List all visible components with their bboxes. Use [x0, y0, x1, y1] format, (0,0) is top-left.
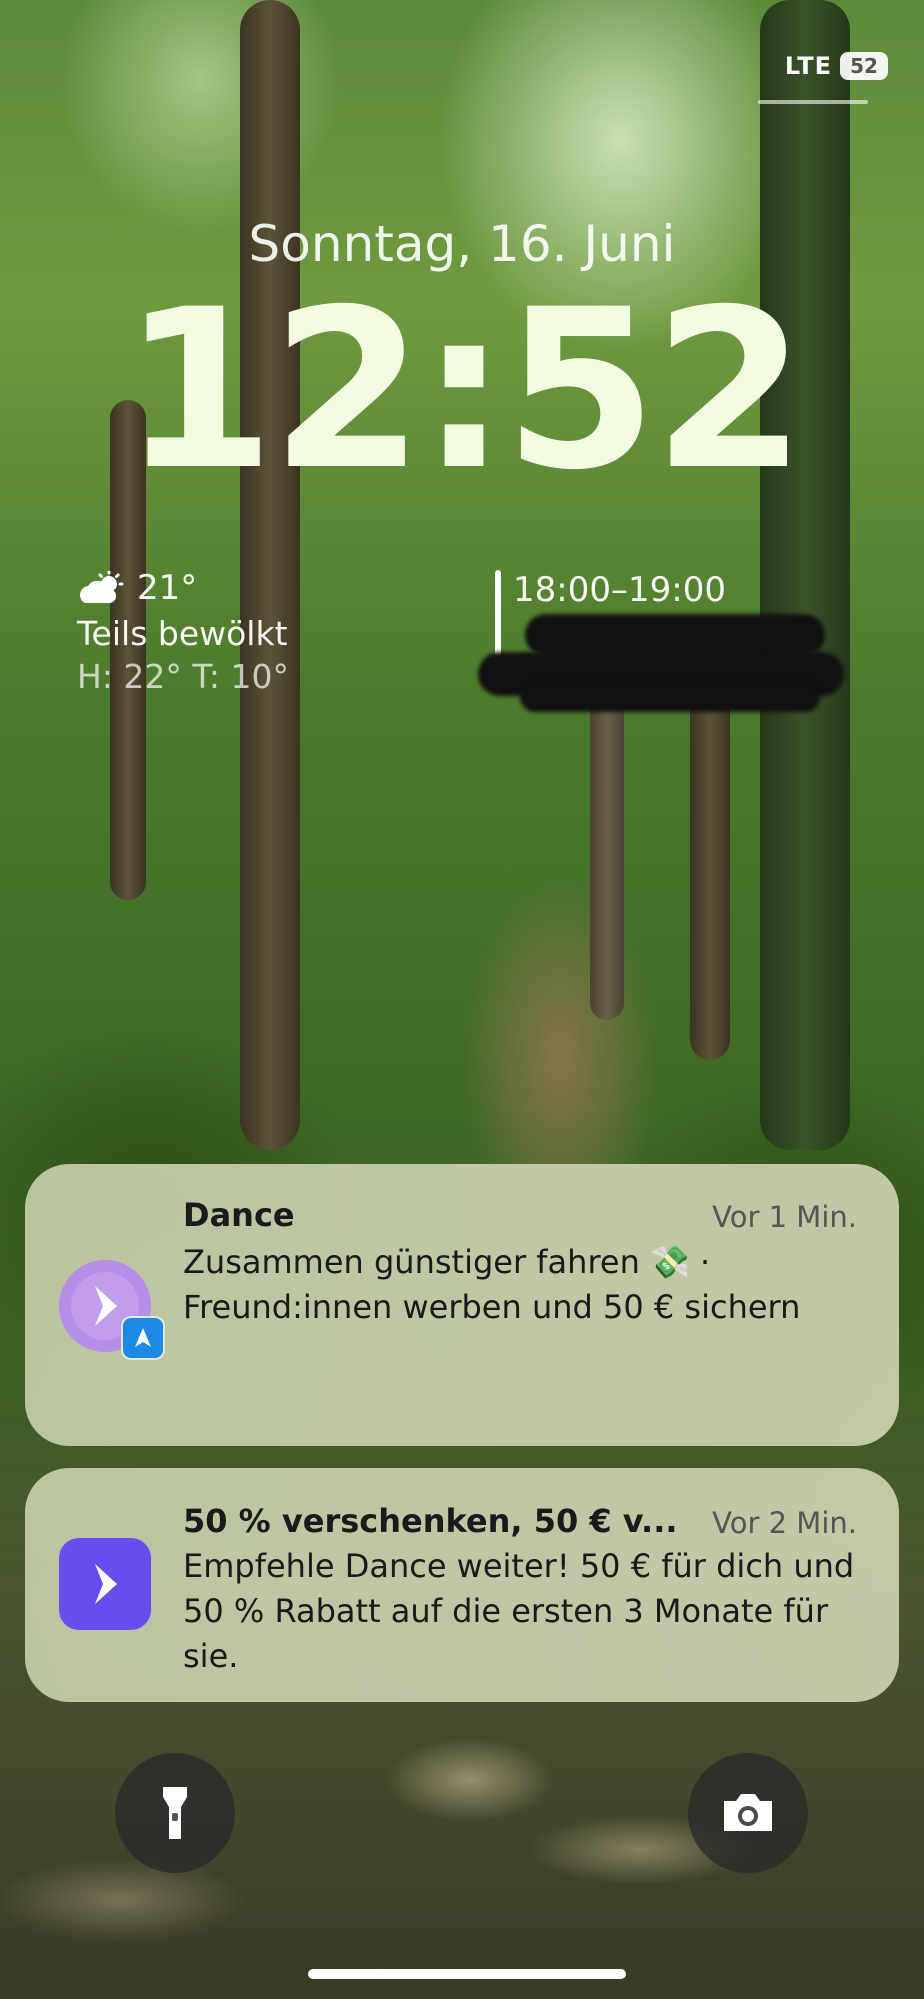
- separator-dot: ·: [700, 1243, 711, 1281]
- dance-app-icon: [59, 1538, 151, 1630]
- partly-cloudy-sun-icon: [80, 571, 124, 603]
- lock-time: 12:52: [121, 262, 806, 518]
- redacted-event-title: [525, 614, 825, 656]
- flashlight-button[interactable]: [115, 1753, 235, 1873]
- notification-dance-2[interactable]: 50 % verschenken, 50 € v... Vor 2 Min. E…: [25, 1468, 899, 1702]
- flashlight-icon: [163, 1787, 187, 1839]
- weather-widget[interactable]: 21° Teils bewölkt H: 22° T: 10°: [77, 568, 289, 696]
- weather-temperature: 21°: [137, 568, 198, 608]
- background-tree-trunk: [760, 0, 850, 1150]
- calendar-event-time: 18:00–19:00: [513, 570, 726, 610]
- weather-high-low: H: 22° T: 10°: [77, 657, 290, 696]
- notification-time: Vor 1 Min.: [712, 1200, 857, 1234]
- notification-time: Vor 2 Min.: [712, 1506, 857, 1540]
- redacted-event-title: [520, 682, 820, 712]
- background-tree-trunk: [590, 680, 624, 1020]
- notification-body-line: Freund:innen werben und 50 € sichern: [183, 1288, 801, 1326]
- battery-icon: 52: [840, 52, 888, 80]
- network-type: LTE: [784, 52, 832, 80]
- status-underline: [758, 100, 868, 104]
- camera-icon: [724, 1794, 772, 1831]
- notification-title: Dance: [183, 1196, 295, 1234]
- notification-dance-1[interactable]: Dance Vor 1 Min. Zusammen günstiger fahr…: [25, 1164, 899, 1446]
- camera-button[interactable]: [688, 1753, 808, 1873]
- weather-condition: Teils bewölkt: [77, 614, 288, 653]
- status-bar: LTE 52: [785, 52, 888, 80]
- money-emoji: 💸: [650, 1243, 690, 1281]
- notification-body: Zusammen günstiger fahren 💸 · Freund:inn…: [183, 1240, 873, 1330]
- notification-body-line: Zusammen günstiger fahren: [183, 1243, 640, 1281]
- notification-title: 50 % verschenken, 50 € v...: [183, 1502, 678, 1540]
- app-badge-icon: [121, 1316, 165, 1360]
- notification-body: Empfehle Dance weiter! 50 € für dich und…: [183, 1547, 855, 1675]
- calendar-event-bar: [495, 570, 501, 656]
- home-indicator[interactable]: [308, 1969, 626, 1979]
